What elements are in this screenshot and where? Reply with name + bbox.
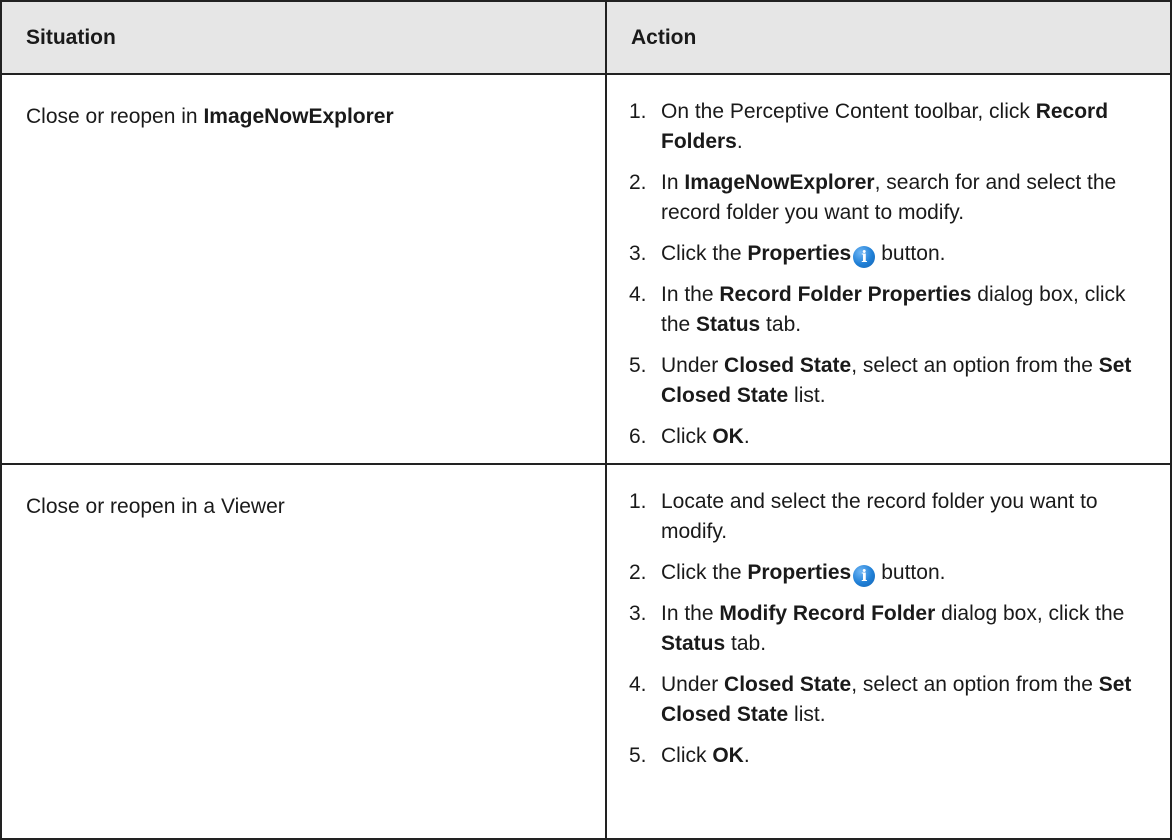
step-text-segment: list. [788, 384, 826, 407]
situation-cell: Close or reopen in ImageNowExplorer [0, 73, 607, 465]
step-text-segment: , select an option from the [851, 354, 1099, 377]
step-text: In the Record Folder Properties dialog b… [661, 280, 1154, 340]
step-number: 2. [629, 171, 647, 194]
step-text-segment: button. [881, 242, 946, 265]
list-item: 2. Click the Properties i button. [629, 558, 1154, 588]
step-text-bold: Closed State [724, 673, 852, 696]
step-text-bold: Closed State [724, 354, 852, 377]
situation-text-bold: ImageNowExplorer [203, 105, 394, 128]
step-number: 6. [629, 425, 647, 448]
step-text: Under Closed State, select an option fro… [661, 351, 1154, 411]
step-number: 5. [629, 744, 647, 767]
step-text: In ImageNowExplorer, search for and sele… [661, 168, 1154, 228]
list-item: 4. Under Closed State, select an option f… [629, 670, 1154, 730]
step-text-bold: OK [712, 425, 744, 448]
step-text: Click OK. [661, 741, 1154, 771]
step-text-segment: dialog box, click the [935, 602, 1125, 625]
list-item: 3. Click the Properties i button. [629, 239, 1154, 269]
list-item: 5. Click OK. [629, 741, 1154, 771]
step-text: On the Perceptive Content toolbar, click… [661, 97, 1154, 157]
step-text-bold: Status [696, 313, 761, 336]
step-number: 3. [629, 602, 647, 625]
step-text-segment: Click [661, 425, 713, 448]
step-text-segment: In the [661, 602, 720, 625]
step-number: 1. [629, 490, 647, 513]
step-number: 4. [629, 283, 647, 306]
step-text-segment: Locate and select the record folder you … [661, 490, 1098, 543]
step-text-bold: Modify Record Folder [719, 602, 936, 625]
step-number: 4. [629, 673, 647, 696]
header-action: Action [605, 0, 1172, 75]
step-text-segment: Click the [661, 242, 748, 265]
step-text-segment: . [743, 744, 750, 767]
steps-list: 1. Locate and select the record folder yo… [629, 487, 1154, 771]
action-cell: 1. On the Perceptive Content toolbar, cli… [605, 73, 1172, 465]
step-text-segment: . [736, 130, 743, 153]
situation-text: Close or reopen in [26, 105, 204, 128]
step-text-segment: . [743, 425, 750, 448]
table-row: Close or reopen in a Viewer 1. Locate and… [0, 463, 1172, 840]
step-text: Click the Properties i button. [661, 239, 1154, 269]
list-item: 1. Locate and select the record folder yo… [629, 487, 1154, 547]
step-text-bold: ImageNowExplorer [684, 171, 875, 194]
step-text: Under Closed State, select an option fro… [661, 670, 1154, 730]
step-text-segment: In the [661, 283, 720, 306]
step-text-bold: Status [661, 632, 726, 655]
step-text-segment: Click [661, 744, 713, 767]
step-text-segment: tab. [760, 313, 802, 336]
step-text-bold: OK [712, 744, 744, 767]
situation-text: Close or reopen in a Viewer [26, 495, 285, 518]
step-text-segment: On the Perceptive Content toolbar, click [661, 100, 1036, 123]
step-text-bold: Record Folder Properties [719, 283, 972, 306]
step-text-bold: Properties [747, 561, 852, 584]
step-text: Click the Properties i button. [661, 558, 1154, 588]
step-text-segment: tab. [725, 632, 767, 655]
step-text-segment: Under [661, 354, 725, 377]
action-cell: 1. Locate and select the record folder yo… [605, 463, 1172, 840]
list-item: 1. On the Perceptive Content toolbar, cli… [629, 97, 1154, 157]
list-item: 4. In the Record Folder Properties dialog… [629, 280, 1154, 340]
step-number: 1. [629, 100, 647, 123]
header-situation: Situation [0, 0, 607, 75]
step-text-segment: , select an option from the [851, 673, 1099, 696]
list-item: 5. Under Closed State, select an option f… [629, 351, 1154, 411]
list-item: 2. In ImageNowExplorer, search for and se… [629, 168, 1154, 228]
steps-list: 1. On the Perceptive Content toolbar, cli… [629, 97, 1154, 452]
step-number: 3. [629, 242, 647, 265]
list-item: 3. In the Modify Record Folder dialog box… [629, 599, 1154, 659]
step-text: Locate and select the record folder you … [661, 487, 1154, 547]
step-text-segment: In [661, 171, 685, 194]
step-text: Click OK. [661, 422, 1154, 452]
info-icon: i [853, 565, 876, 587]
info-icon: i [853, 246, 876, 268]
step-text-segment: Under [661, 673, 725, 696]
step-number: 5. [629, 354, 647, 377]
step-text-segment: Click the [661, 561, 748, 584]
step-number: 2. [629, 561, 647, 584]
step-text-segment: button. [881, 561, 946, 584]
step-text-segment: list. [788, 703, 826, 726]
table-header-row: Situation Action [0, 0, 1172, 75]
situation-cell: Close or reopen in a Viewer [0, 463, 607, 840]
step-text-bold: Properties [747, 242, 852, 265]
situation-action-table: Situation Action Close or reopen in Imag… [0, 0, 1172, 840]
step-text: In the Modify Record Folder dialog box, … [661, 599, 1154, 659]
list-item: 6. Click OK. [629, 422, 1154, 452]
table-row: Close or reopen in ImageNowExplorer 1. On… [0, 73, 1172, 465]
